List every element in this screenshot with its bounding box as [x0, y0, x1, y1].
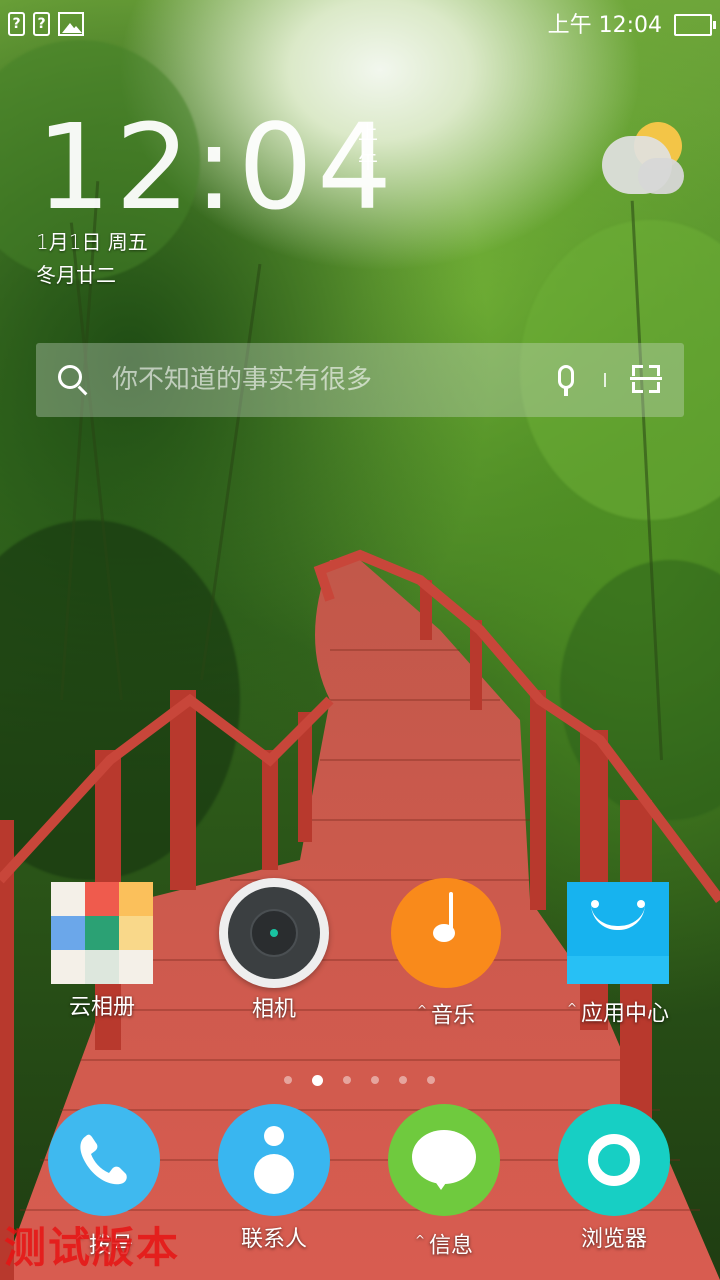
- app-label: 相机: [251, 997, 296, 1022]
- image-notification-icon: [58, 12, 84, 36]
- gallery-tile: [85, 916, 119, 950]
- clock-time: 12:04: [36, 98, 397, 236]
- app-label: 联系人: [240, 1227, 307, 1252]
- status-time: 上午 12:04: [547, 13, 662, 38]
- message-icon: [388, 1104, 500, 1216]
- search-divider: [604, 373, 606, 387]
- page-dot-active[interactable]: [312, 1074, 323, 1086]
- scan-corner: [649, 382, 660, 393]
- gallery-tile: [119, 916, 153, 950]
- caret-up-icon: ^: [414, 1233, 426, 1247]
- app-label-text: 信息: [429, 1233, 474, 1259]
- contact-body: [254, 1154, 294, 1194]
- app-label: ^ 应用中心: [548, 994, 688, 1028]
- message-bubble: [412, 1130, 476, 1184]
- scan-corner: [649, 365, 660, 376]
- store-smile: [591, 904, 645, 930]
- gallery-tile: [51, 882, 85, 916]
- clock-ampm: 上午: [358, 120, 378, 173]
- search-icon[interactable]: [58, 365, 82, 389]
- page-dot[interactable]: [343, 1076, 351, 1084]
- dock-contacts[interactable]: 联系人: [204, 1104, 344, 1254]
- contact-head: [264, 1126, 284, 1146]
- status-bar: ? ? 上午 12:04: [0, 0, 720, 52]
- phone-icon: [48, 1104, 160, 1216]
- scan-corner: [632, 365, 643, 376]
- app-label: 云相册: [68, 995, 135, 1020]
- caret-up-icon: ^: [566, 1001, 578, 1015]
- unknown-sim-icon: ?: [33, 12, 50, 36]
- camera-dot: [270, 929, 278, 937]
- app-cloud-album[interactable]: 云相册: [32, 882, 172, 1022]
- app-label: ^ 信息: [374, 1226, 514, 1260]
- caret-up-icon: ^: [416, 1003, 428, 1017]
- gallery-tile: [85, 882, 119, 916]
- music-icon: [391, 878, 501, 988]
- app-music[interactable]: ^ 音乐: [376, 878, 516, 1030]
- clock-widget[interactable]: 12:04 上午 1月1日 周五 冬月廿二: [36, 108, 396, 288]
- cloud-shape: [638, 158, 684, 194]
- app-label-text: 音乐: [431, 1003, 476, 1029]
- browser-icon: [558, 1104, 670, 1216]
- browser-ring: [588, 1134, 640, 1186]
- scan-corner: [632, 382, 643, 393]
- page-dot[interactable]: [371, 1076, 379, 1084]
- gallery-tile: [51, 950, 85, 984]
- page-indicator[interactable]: [284, 1073, 444, 1087]
- gallery-tile: [119, 882, 153, 916]
- page-dot[interactable]: [399, 1076, 407, 1084]
- search-input[interactable]: [112, 361, 492, 399]
- app-label-text: 应用中心: [581, 1001, 670, 1027]
- music-circle: [391, 878, 501, 988]
- gallery-tile: [119, 950, 153, 984]
- test-version-watermark: 测试版本: [4, 1223, 181, 1272]
- unknown-sim-icon: ?: [8, 12, 25, 36]
- page-dot[interactable]: [284, 1076, 292, 1084]
- app-camera[interactable]: 相机: [204, 878, 344, 1024]
- phone-handset: [80, 1134, 127, 1185]
- battery-icon: [674, 14, 716, 36]
- partly-cloudy-icon[interactable]: [600, 118, 686, 198]
- mic-icon[interactable]: [558, 365, 574, 396]
- app-label: 浏览器: [580, 1227, 647, 1252]
- note-head: [433, 924, 455, 942]
- clock-lunar-date: 冬月廿二: [36, 263, 116, 287]
- scan-line: [630, 377, 662, 380]
- camera-body: [219, 878, 329, 988]
- app-app-center[interactable]: ^ 应用中心: [548, 882, 688, 1028]
- scan-icon[interactable]: [630, 365, 662, 393]
- camera-icon: [219, 878, 329, 988]
- page-dot[interactable]: [427, 1076, 435, 1084]
- contacts-icon: [218, 1104, 330, 1216]
- notification-icons: ? ?: [8, 12, 84, 36]
- app-label: ^ 音乐: [376, 996, 516, 1030]
- dock-browser[interactable]: 浏览器: [544, 1104, 684, 1254]
- message-bubble-tail: [434, 1180, 448, 1190]
- app-store-icon: [567, 882, 669, 984]
- gallery-icon: [51, 882, 153, 984]
- gallery-tile: [51, 916, 85, 950]
- dock-messages[interactable]: ^ 信息: [374, 1104, 514, 1260]
- gallery-tile: [85, 950, 119, 984]
- search-bar[interactable]: [36, 343, 684, 417]
